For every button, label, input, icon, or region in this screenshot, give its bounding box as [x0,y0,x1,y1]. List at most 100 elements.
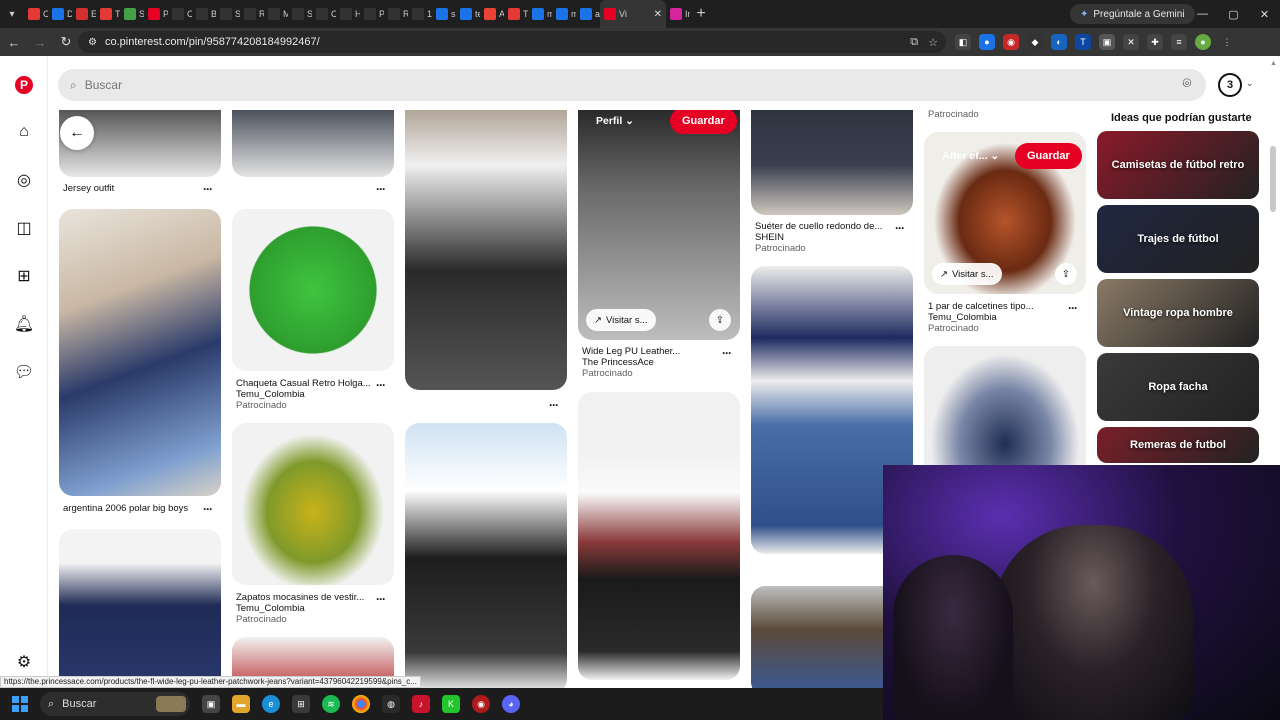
pin-image[interactable] [405,423,567,688]
maximize-icon[interactable]: ▢ [1218,0,1249,28]
browser-tab[interactable]: Co [24,0,48,28]
task-view-icon[interactable]: ▣ [202,695,220,713]
browser-tab[interactable]: ar [576,0,600,28]
browser-tab[interactable]: Cc [168,0,192,28]
browser-tab[interactable]: Bc [192,0,216,28]
forward-arrow-icon[interactable]: → [28,30,52,54]
file-explorer-icon[interactable]: ▬ [232,695,250,713]
windows-start-icon[interactable] [12,696,28,712]
pinterest-logo-icon[interactable]: P [15,76,33,94]
share-icon[interactable]: ⇪ [709,309,731,331]
browser-tab[interactable]: Cr [312,0,336,28]
after-effects-dropdown[interactable]: After ef... ⌄ [942,150,999,162]
tab-search-chevron-icon[interactable]: ▾ [0,0,24,28]
more-options-icon[interactable]: ··· [549,398,559,412]
back-arrow-icon[interactable]: ← [2,30,26,54]
taskbar-search[interactable]: ⌕ Buscar [40,692,190,716]
save-button[interactable]: Guardar [1015,143,1082,169]
pin-title[interactable]: argentina 2006 polar big boys [63,503,188,514]
messages-icon[interactable]: 💬︎ [14,362,34,382]
save-button[interactable]: Guardar [670,110,737,134]
more-options-icon[interactable]: ··· [203,502,213,516]
extension-icon[interactable]: ● [979,34,995,50]
site-info-icon[interactable]: ⚙ [88,37,97,48]
pin-image[interactable] [232,110,394,177]
pin-seller[interactable]: Temu_Colombia [236,603,305,614]
pin-image[interactable] [578,392,740,680]
browser-tab-active[interactable]: Vi ✕ [600,0,666,28]
idea-card[interactable]: Camisetas de fútbol retro [1097,131,1259,199]
close-window-icon[interactable]: ✕ [1249,0,1280,28]
search-input[interactable] [84,78,985,92]
pin-title[interactable]: Zapatos mocasines de vestir... [236,592,364,603]
minimize-icon[interactable]: — [1187,0,1218,28]
app-icon[interactable]: ◉ [472,695,490,713]
tiktok-icon[interactable]: ♪ [412,695,430,713]
extension-icon[interactable]: ◧ [955,34,971,50]
pin-title[interactable]: Suéter de cuello redondo de... [755,221,882,232]
more-options-icon[interactable]: ··· [376,378,386,392]
more-options-icon[interactable]: ··· [722,346,732,360]
pin-seller[interactable]: SHEIN [755,232,784,243]
visual-search-camera-icon[interactable]: ⌾ [1177,75,1197,95]
new-tab-button[interactable]: + [690,5,712,23]
pin-seller[interactable]: Temu_Colombia [928,312,997,323]
profile-dropdown[interactable]: Perfil ⌄ [596,115,634,127]
browser-tab[interactable]: m [552,0,576,28]
pin-image[interactable] [232,423,394,585]
browser-tab[interactable]: Ti [504,0,528,28]
browser-tab[interactable]: Rl [240,0,264,28]
scroll-up-arrow-icon[interactable]: ▲ [1270,60,1277,67]
gemini-button[interactable]: ✦ Pregúntale a Gemini [1070,4,1195,24]
pin-title[interactable]: Wide Leg PU Leather... [582,346,680,357]
browser-tab[interactable]: In [666,0,690,28]
visit-site-button[interactable]: ↗ Visitar s... [586,309,656,331]
idea-card[interactable]: Ropa facha [1097,353,1259,421]
share-icon[interactable]: ⇪ [1055,263,1077,285]
store-icon[interactable]: ⊞ [292,695,310,713]
pin-image[interactable] [405,110,567,390]
extension-icon[interactable]: ◐ [1051,34,1067,50]
pin-title[interactable]: 1 par de calcetines tipo... [928,301,1034,312]
spotify-icon[interactable]: ≋ [322,695,340,713]
pin-image[interactable] [59,209,221,496]
notifications-bell-icon[interactable]: 🔔︎ [14,314,34,334]
more-options-icon[interactable]: ··· [376,182,386,196]
pin-image[interactable] [751,110,913,215]
browser-tab[interactable]: ST [288,0,312,28]
extension-icon[interactable]: ▣ [1099,34,1115,50]
pin-seller[interactable]: Temu_Colombia [236,389,305,400]
kick-icon[interactable]: K [442,695,460,713]
app-icon[interactable]: ◍ [382,695,400,713]
browser-tab[interactable]: M [264,0,288,28]
idea-card[interactable]: Vintage ropa hombre [1097,279,1259,347]
pin-seller[interactable]: The PrincessAce [582,357,654,368]
back-arrow-button[interactable]: ← [60,116,94,150]
browser-tab[interactable]: Ai [480,0,504,28]
page-scrollbar[interactable] [1270,146,1276,212]
browser-tab[interactable]: Es [72,0,96,28]
more-options-icon[interactable]: ··· [376,592,386,606]
browser-tab[interactable]: D [48,0,72,28]
more-options-icon[interactable]: ··· [203,182,213,196]
extension-icon[interactable]: ◆ [1027,34,1043,50]
more-options-icon[interactable]: ··· [895,221,905,235]
browser-tab[interactable]: Ti [96,0,120,28]
install-app-icon[interactable]: ⧉ [910,36,918,49]
extensions-puzzle-icon[interactable]: ✚ [1147,34,1163,50]
bookmark-star-icon[interactable]: ☆ [928,36,938,49]
user-avatar[interactable]: 3 [1218,73,1242,97]
browser-tab[interactable]: 1 [408,0,432,28]
address-bar[interactable]: ⚙ co.pinterest.com/pin/95877420818499246… [78,31,946,53]
create-plus-icon[interactable]: ⊞ [14,266,34,286]
extension-icon[interactable]: T [1075,34,1091,50]
chrome-icon[interactable] [352,695,370,713]
idea-card[interactable]: Remeras de futbol [1097,427,1259,463]
reload-icon[interactable]: ↻ [54,30,78,54]
close-tab-icon[interactable]: ✕ [654,9,662,20]
browser-tab[interactable]: Hi [336,0,360,28]
pin-image[interactable] [232,209,394,371]
pin-image[interactable] [578,110,740,340]
boards-icon[interactable]: ◫ [14,218,34,238]
edge-icon[interactable]: e [262,695,280,713]
